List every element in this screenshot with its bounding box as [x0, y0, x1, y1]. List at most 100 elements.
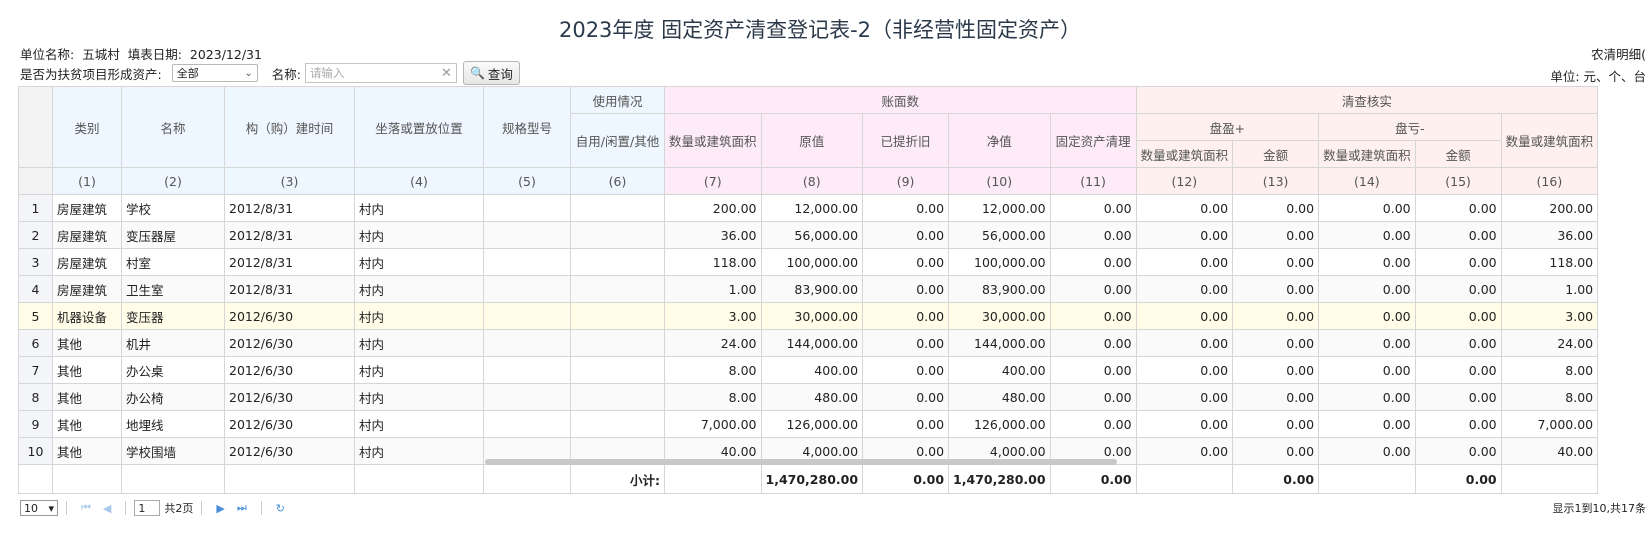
subtotal-cell: [483, 464, 571, 494]
name-cell: 地埋线: [121, 410, 225, 438]
original-cell: 126,000.00: [760, 410, 864, 438]
depreciation-cell: 0.00: [862, 383, 950, 411]
row-number: 8: [18, 383, 53, 411]
unit-note: 单位: 元、个、台: [1550, 69, 1646, 84]
category-cell: 房屋建筑: [52, 194, 122, 222]
header-loss-amount: 金额: [1414, 140, 1502, 168]
horizontal-scrollbar[interactable]: [485, 459, 1117, 465]
original-cell: 12,000.00: [760, 194, 864, 222]
table-row[interactable]: 5 机器设备 变压器 2012/6/30 村内 3.00 30,000.00 0.00 30,0…: [18, 302, 1599, 330]
header-book-group: 账面数: [664, 86, 1137, 114]
header-spec: 规格型号: [483, 86, 571, 168]
net-cell: 83,900.00: [948, 275, 1051, 303]
last-page-icon[interactable]: ⏭: [237, 501, 247, 515]
page-size-select[interactable]: 10 ▾: [20, 500, 58, 516]
original-cell: 56,000.00: [760, 221, 864, 249]
header-usage-group: 使用情况: [570, 86, 665, 114]
subtotal-cell: [664, 464, 762, 494]
report-meta: 单位名称: 五城村 填表日期: 2023/12/31: [20, 44, 266, 63]
loss-qty-cell: 0.00: [1318, 383, 1416, 411]
header-depreciation: 已提折旧: [862, 113, 950, 168]
name-cell: 机井: [121, 329, 225, 357]
search-icon: 🔍: [469, 66, 485, 80]
category-cell: 其他: [52, 329, 122, 357]
row-number: 7: [18, 356, 53, 384]
header-index: [18, 86, 53, 168]
cleanup-cell: 0.00: [1049, 383, 1137, 411]
table-row[interactable]: 2 房屋建筑 变压器屋 2012/8/31 村内 36.00 56,000.00 0.00 56…: [18, 221, 1599, 249]
surplus-qty-cell: 0.00: [1135, 221, 1234, 249]
name-search-placeholder: 请输入: [309, 66, 345, 80]
surplus-amount-cell: 0.00: [1232, 302, 1320, 330]
subtotal-cell: [354, 464, 484, 494]
verify-qty-cell: 24.00: [1500, 329, 1599, 357]
surplus-qty-cell: 0.00: [1135, 248, 1234, 276]
net-cell: 56,000.00: [948, 221, 1051, 249]
usage-cell: [570, 275, 665, 303]
subtotal-cell: [1318, 464, 1416, 494]
prev-page-icon[interactable]: ◀: [103, 502, 111, 515]
name-cell: 办公椅: [121, 383, 225, 411]
column-code: (6): [570, 167, 665, 195]
location-cell: 村内: [354, 437, 484, 465]
column-code: (3): [224, 167, 355, 195]
usage-cell: [570, 221, 665, 249]
page-number-input[interactable]: 1: [134, 500, 161, 516]
surplus-qty-cell: 0.00: [1135, 410, 1234, 438]
depreciation-cell: 0.00: [862, 302, 950, 330]
loss-qty-cell: 0.00: [1318, 356, 1416, 384]
name-cell: 办公桌: [121, 356, 225, 384]
subtotal-depreciation: 0.00: [862, 464, 950, 494]
book-qty-cell: 7,000.00: [664, 410, 762, 438]
table-row[interactable]: 3 房屋建筑 村室 2012/8/31 村内 118.00 100,000.00 0.00 10…: [18, 248, 1599, 276]
column-code: (11): [1049, 167, 1137, 195]
row-number: 2: [18, 221, 53, 249]
net-cell: 126,000.00: [948, 410, 1051, 438]
loss-qty-cell: 0.00: [1318, 275, 1416, 303]
cleanup-cell: 0.00: [1049, 194, 1137, 222]
row-number: 4: [18, 275, 53, 303]
subtotal-cell: [18, 464, 53, 494]
loss-qty-cell: 0.00: [1318, 329, 1416, 357]
category-cell: 其他: [52, 437, 122, 465]
header-cleanup: 固定资产清理: [1049, 113, 1137, 168]
table-row[interactable]: 7 其他 办公桌 2012/6/30 村内 8.00 400.00 0.00 400.00 0.0…: [18, 356, 1599, 384]
net-cell: 12,000.00: [948, 194, 1051, 222]
loss-amount-cell: 0.00: [1414, 194, 1502, 222]
book-qty-cell: 3.00: [664, 302, 762, 330]
net-cell: 144,000.00: [948, 329, 1051, 357]
table-row[interactable]: 6 其他 机井 2012/6/30 村内 24.00 144,000.00 0.00 144,0…: [18, 329, 1599, 357]
query-button[interactable]: 🔍 查询: [462, 61, 520, 85]
subtotal-row: 小计: 1,470,280.00 0.00 1,470,280.00 0.00 …: [18, 464, 1599, 494]
loss-amount-cell: 0.00: [1414, 248, 1502, 276]
refresh-icon[interactable]: ↻: [276, 502, 285, 515]
depreciation-cell: 0.00: [862, 410, 950, 438]
net-cell: 400.00: [948, 356, 1051, 384]
original-cell: 144,000.00: [760, 329, 864, 357]
next-page-icon[interactable]: ▶: [216, 502, 224, 515]
verify-qty-cell: 8.00: [1500, 356, 1599, 384]
spec-cell: [483, 275, 571, 303]
location-cell: 村内: [354, 275, 484, 303]
table-row[interactable]: 1 房屋建筑 学校 2012/8/31 村内 200.00 12,000.00 0.00 12,…: [18, 194, 1599, 222]
original-cell: 480.00: [760, 383, 864, 411]
book-qty-cell: 36.00: [664, 221, 762, 249]
surplus-amount-cell: 0.00: [1232, 437, 1320, 465]
subtotal-surplus-amount: 0.00: [1232, 464, 1320, 494]
verify-qty-cell: 118.00: [1500, 248, 1599, 276]
verify-qty-cell: 1.00: [1500, 275, 1599, 303]
clear-icon[interactable]: ✕: [441, 66, 452, 81]
surplus-amount-cell: 0.00: [1232, 221, 1320, 249]
poverty-filter-select[interactable]: 全部 ⌄: [171, 64, 258, 82]
name-search-input[interactable]: 请输入 ✕: [304, 63, 457, 83]
table-row[interactable]: 4 房屋建筑 卫生室 2012/8/31 村内 1.00 83,900.00 0.00 83,9…: [18, 275, 1599, 303]
code-cell: [18, 167, 53, 195]
surplus-qty-cell: 0.00: [1135, 275, 1234, 303]
first-page-icon[interactable]: ⏮: [81, 501, 91, 515]
header-category: 类别: [52, 86, 122, 168]
table-row[interactable]: 9 其他 地埋线 2012/6/30 村内 7,000.00 126,000.00 0.00 1…: [18, 410, 1599, 438]
table-row[interactable]: 8 其他 办公椅 2012/6/30 村内 8.00 480.00 0.00 480.00 0.0…: [18, 383, 1599, 411]
location-cell: 村内: [354, 356, 484, 384]
subtotal-original: 1,470,280.00: [760, 464, 864, 494]
usage-cell: [570, 194, 665, 222]
